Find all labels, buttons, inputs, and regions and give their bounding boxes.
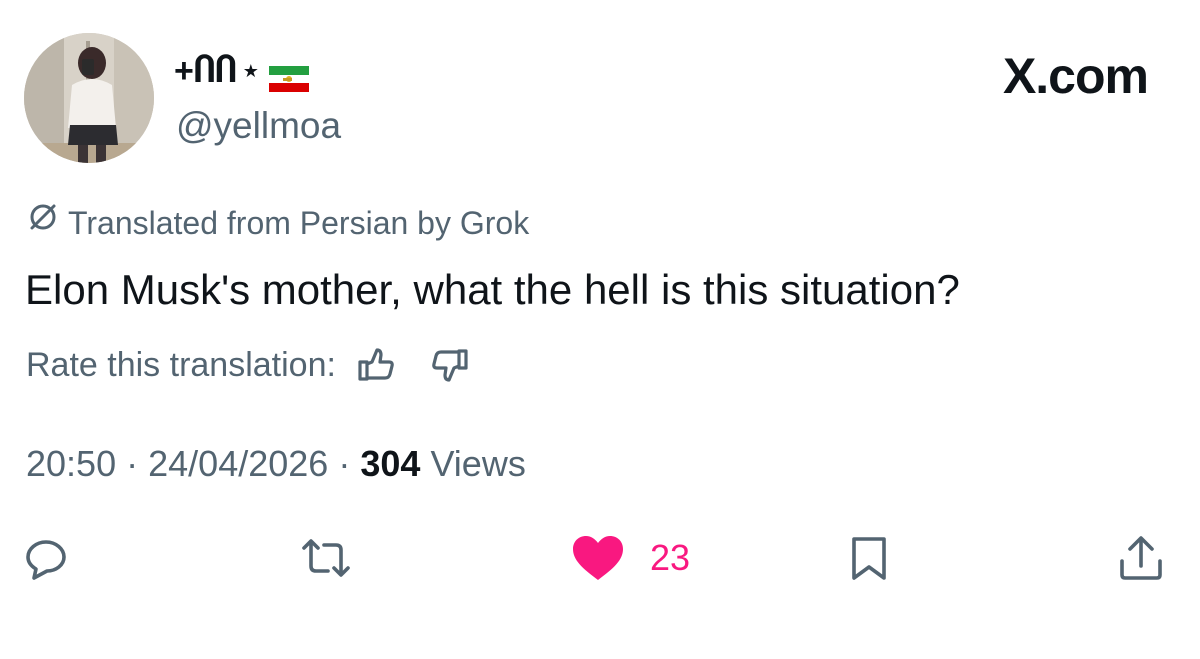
- separator: ·: [126, 443, 139, 484]
- tweet-text: Elon Musk's mother, what the hell is thi…: [25, 266, 960, 313]
- rate-translation: Rate this translation:: [26, 342, 472, 388]
- separator: ·: [338, 443, 351, 484]
- reply-icon: [22, 534, 70, 582]
- display-name-text: +ႶႶ: [174, 52, 237, 90]
- grok-icon: [26, 200, 60, 245]
- translation-notice: Translated from Persian by Grok: [26, 200, 529, 245]
- repost-icon: [298, 534, 354, 582]
- thumbs-up-icon[interactable]: [354, 343, 398, 387]
- tweet-time[interactable]: 20:50: [26, 443, 116, 484]
- x-brand-logo: X.com: [1002, 48, 1149, 104]
- user-handle[interactable]: @yellmoa: [176, 103, 341, 149]
- thumbs-down-icon[interactable]: [428, 343, 472, 387]
- iran-lion-and-sun-flag-icon: [268, 58, 309, 92]
- like-count: 23: [650, 537, 691, 578]
- avatar[interactable]: [24, 33, 154, 163]
- like-button[interactable]: 23: [570, 532, 690, 584]
- share-button[interactable]: [1116, 532, 1166, 584]
- star-glyph: ★: [242, 61, 259, 81]
- tweet-meta: 20:50 · 24/04/2026 · 304 Views: [26, 440, 526, 488]
- tweet-date[interactable]: 24/04/2026: [148, 443, 328, 484]
- views-label: Views: [430, 443, 526, 484]
- views-count: 304: [360, 443, 421, 484]
- display-name[interactable]: +ႶႶ ★: [174, 48, 309, 94]
- share-icon: [1116, 533, 1166, 583]
- rate-translation-label: Rate this translation:: [26, 346, 336, 384]
- bookmark-icon: [846, 534, 892, 582]
- bookmark-button[interactable]: [846, 532, 892, 584]
- repost-button[interactable]: [298, 532, 354, 584]
- heart-icon: [570, 533, 626, 583]
- translation-notice-text: Translated from Persian by Grok: [68, 204, 530, 241]
- reply-button[interactable]: [22, 532, 70, 584]
